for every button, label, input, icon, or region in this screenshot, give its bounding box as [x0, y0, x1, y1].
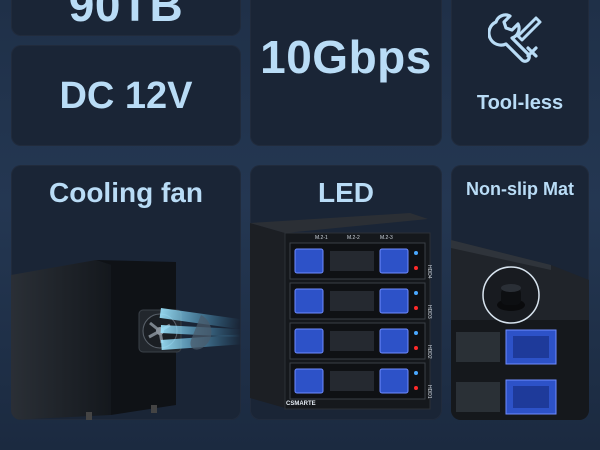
nonslip-mat-tile: Non-slip Mat: [451, 165, 589, 420]
side-label-3: HDD3: [426, 305, 432, 319]
cooling-fan-text: Cooling fan: [49, 177, 203, 208]
nonslip-mat-photo: [451, 240, 589, 420]
bay-label-1: M.2-1: [315, 235, 328, 241]
speed-text: 10Gbps: [260, 31, 432, 83]
led-tile: LED M.2-1 M.2-2 M.2-3 HDD4 HDD3 HDD2 HDD…: [250, 165, 442, 420]
side-label-1: HDD1: [426, 385, 432, 399]
power-tile: DC 12V: [11, 45, 241, 146]
nas-enclosure-photo: M.2-1 M.2-2 M.2-3 HDD4 HDD3 HDD2 HDD1 CS…: [250, 213, 432, 410]
cooling-fan-photo: [11, 260, 241, 420]
capacity-tile: 90TB: [11, 0, 241, 36]
brand-logo: CSMARTE: [286, 401, 316, 407]
toolless-tile: Tool-less: [451, 0, 589, 146]
side-label-2: HDD2: [426, 345, 432, 359]
wrench-screwdriver-icon: [488, 13, 542, 63]
cooling-fan-tile: Cooling fan: [11, 165, 241, 420]
nonslip-mat-text: Non-slip Mat: [466, 179, 574, 199]
bay-label-3: M.2-3: [380, 235, 393, 241]
led-text: LED: [318, 177, 374, 208]
toolless-text: Tool-less: [476, 92, 564, 114]
power-text: DC 12V: [59, 75, 193, 117]
side-label-4: HDD4: [426, 265, 432, 279]
bay-label-2: M.2-2: [347, 235, 360, 241]
speed-tile: 10Gbps: [250, 0, 442, 146]
capacity-text: 90TB: [68, 0, 184, 31]
